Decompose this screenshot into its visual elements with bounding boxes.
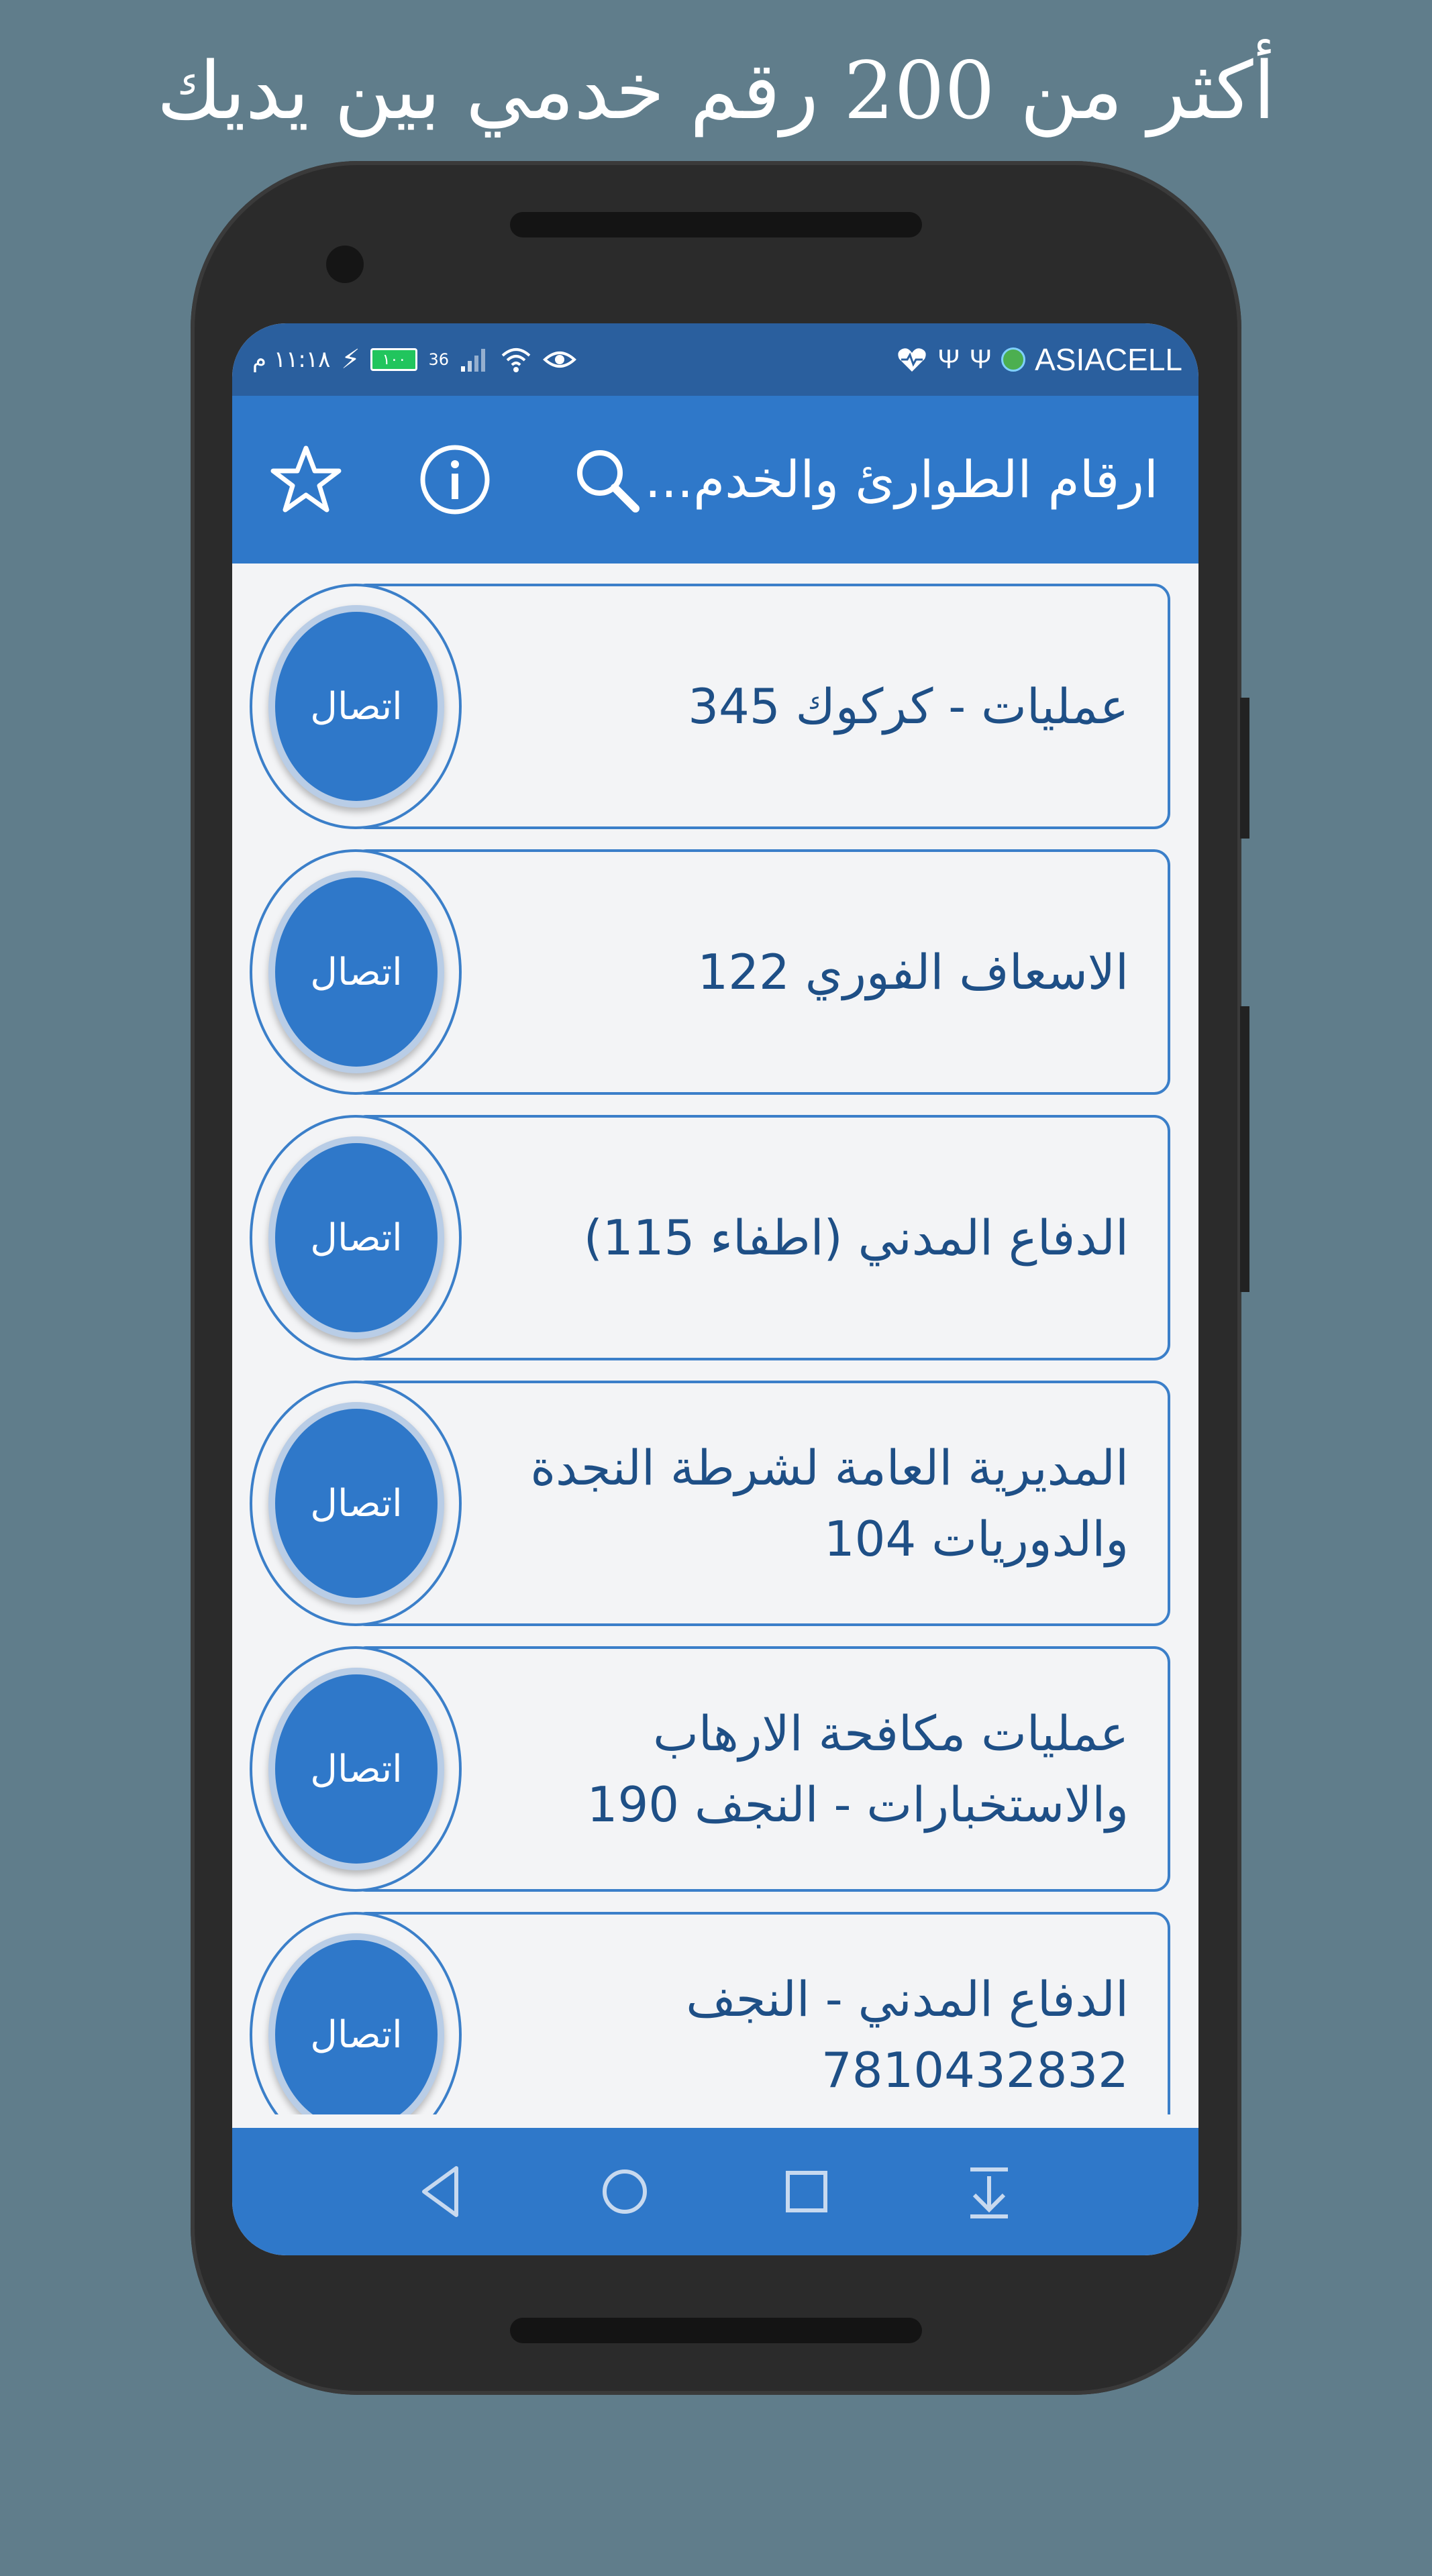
star-icon[interactable] [266,439,346,520]
notification-pull-icon[interactable] [956,2158,1023,2225]
call-button[interactable]: اتصال [268,605,444,808]
phone-screen: ١١:١٨ م ⚡ ١٠٠ 36 Ψ Ψ ASIACELL ارقام الطو… [232,323,1198,2255]
list-item[interactable]: اتصال الاسعاف الفوري 122 [250,849,1172,1096]
signal-label: 36 [428,350,450,369]
phone-speaker [510,2318,922,2343]
recents-icon[interactable] [773,2158,840,2225]
eye-icon [543,352,576,368]
list-item-label: الدفاع المدني - النجف 7810432832 [686,1971,1129,2098]
health-icon [898,348,926,372]
carrier-name: ASIACELL [1035,342,1182,377]
charging-icon: ⚡ [341,344,360,375]
search-icon[interactable] [566,439,647,520]
list-item-label: عمليات مكافحة الارهاب والاستخبارات - الن… [586,1705,1129,1833]
call-button[interactable]: اتصال [268,1668,444,1870]
wifi-icon [501,348,531,372]
status-left: ١١:١٨ م ⚡ ١٠٠ 36 [252,323,576,396]
usb-icon: Ψ [937,345,960,374]
phone-earpiece [510,212,922,237]
call-button[interactable]: اتصال [268,871,444,1073]
list-item[interactable]: اتصال الدفاع المدني (اطفاء 115) [250,1115,1172,1362]
list-item-label: عمليات - كركوك 345 [688,678,1129,735]
promo-headline: أكثر من 200 رقم خدمي بين يديك [156,44,1276,137]
signal-icon [461,349,486,372]
list-item-label: الدفاع المدني (اطفاء 115) [583,1210,1129,1266]
status-bar: ١١:١٨ م ⚡ ١٠٠ 36 Ψ Ψ ASIACELL [232,323,1198,396]
back-icon[interactable] [408,2158,475,2225]
list-item[interactable]: اتصال عمليات مكافحة الارهاب والاستخبارات… [250,1646,1172,1893]
call-button[interactable]: اتصال [268,1136,444,1339]
status-time: ١١:١٨ م [252,346,331,373]
list-item-label: المديرية العامة لشرطة النجدة والدوريات 1… [530,1440,1129,1567]
home-icon[interactable] [591,2158,658,2225]
list-item[interactable]: اتصال الدفاع المدني - النجف 7810432832 [250,1912,1172,2114]
usb-icon-2: Ψ [969,345,992,374]
battery-icon: ١٠٠ [370,348,418,371]
globe-icon [1001,347,1026,372]
call-button[interactable]: اتصال [268,1402,444,1605]
emergency-list: اتصال عمليات - كركوك 345 اتصال الاسعاف ا… [232,564,1198,2114]
phone-camera [326,246,364,283]
nav-bar [232,2128,1198,2255]
info-icon[interactable] [415,439,495,520]
app-title: ارقام الطوارئ والخدم... [644,449,1158,509]
list-item-label: الاسعاف الفوري 122 [697,944,1129,1000]
phone-volume-button [1240,1006,1249,1292]
app-bar: ارقام الطوارئ والخدم... [232,396,1198,564]
list-item[interactable]: اتصال المديرية العامة لشرطة النجدة والدو… [250,1381,1172,1627]
list-item[interactable]: اتصال عمليات - كركوك 345 [250,584,1172,830]
phone-power-button [1240,698,1249,839]
status-right: Ψ Ψ ASIACELL [896,323,1182,396]
